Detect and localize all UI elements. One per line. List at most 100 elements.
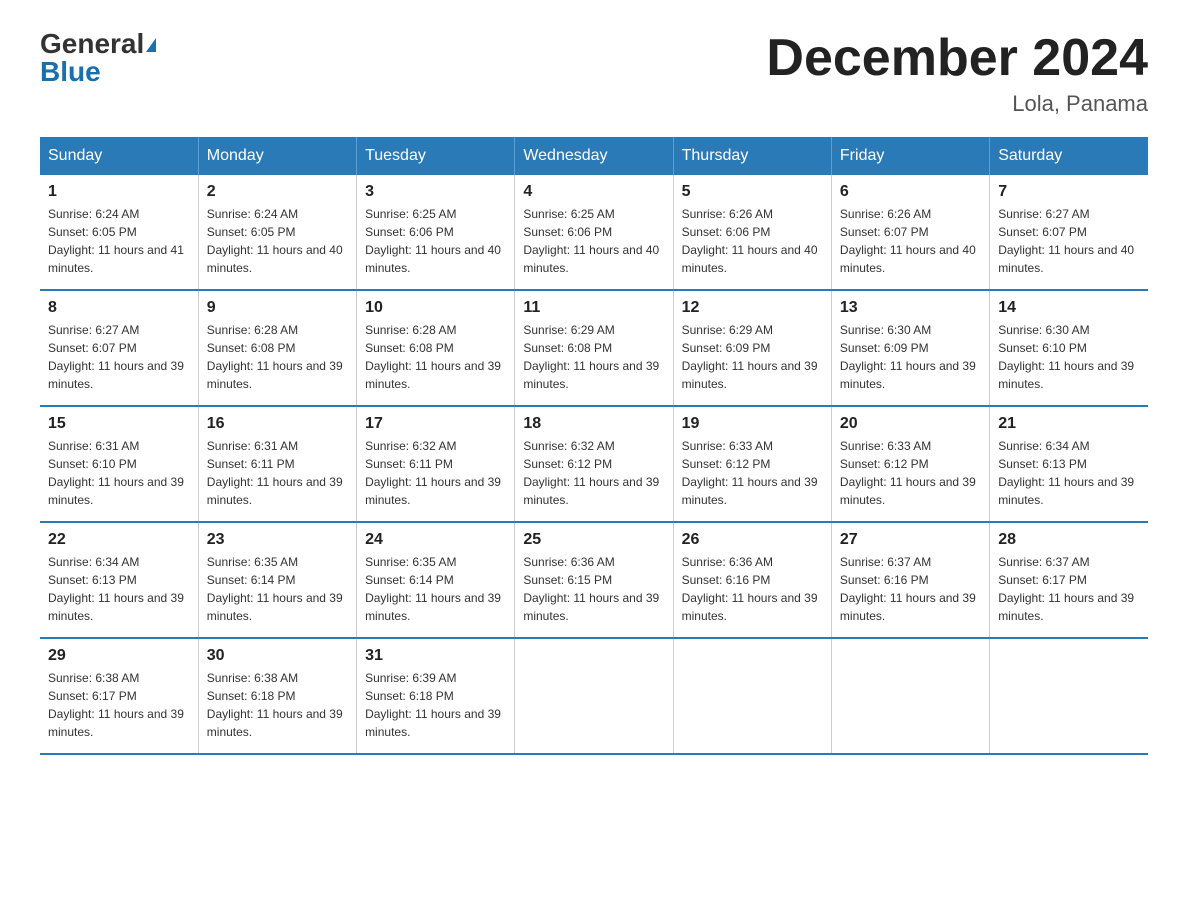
day-info: Sunrise: 6:32 AMSunset: 6:12 PMDaylight:… [523, 437, 664, 509]
calendar-cell: 1Sunrise: 6:24 AMSunset: 6:05 PMDaylight… [40, 175, 198, 290]
calendar-cell [990, 638, 1148, 754]
header-wednesday: Wednesday [515, 137, 673, 175]
location: Lola, Panama [766, 91, 1148, 117]
day-number: 17 [365, 415, 506, 433]
calendar-cell: 17Sunrise: 6:32 AMSunset: 6:11 PMDayligh… [357, 406, 515, 522]
month-title: December 2024 [766, 30, 1148, 87]
day-info: Sunrise: 6:33 AMSunset: 6:12 PMDaylight:… [682, 437, 823, 509]
day-number: 22 [48, 531, 190, 549]
calendar-cell: 2 Sunrise: 6:24 AMSunset: 6:05 PMDaylight… [198, 175, 356, 290]
calendar-table: SundayMondayTuesdayWednesdayThursdayFrid… [40, 137, 1148, 755]
day-info: Sunrise: 6:24 AMSunset: 6:05 PMDaylight:… [207, 205, 348, 277]
day-info: Sunrise: 6:26 AMSunset: 6:07 PMDaylight:… [840, 205, 981, 277]
calendar-cell: 30 Sunrise: 6:38 AMSunset: 6:18 PMDayligh… [198, 638, 356, 754]
calendar-cell: 21 Sunrise: 6:34 AMSunset: 6:13 PMDayligh… [990, 406, 1148, 522]
calendar-cell: 13 Sunrise: 6:30 AMSunset: 6:09 PMDayligh… [831, 290, 989, 406]
calendar-cell: 8 Sunrise: 6:27 AMSunset: 6:07 PMDaylight… [40, 290, 198, 406]
title-area: December 2024 Lola, Panama [766, 30, 1148, 117]
day-number: 20 [840, 415, 981, 433]
day-info: Sunrise: 6:36 AMSunset: 6:16 PMDaylight:… [682, 553, 823, 625]
calendar-cell: 15Sunrise: 6:31 AMSunset: 6:10 PMDayligh… [40, 406, 198, 522]
day-info: Sunrise: 6:25 AMSunset: 6:06 PMDaylight:… [523, 205, 664, 277]
calendar-cell: 14 Sunrise: 6:30 AMSunset: 6:10 PMDayligh… [990, 290, 1148, 406]
week-row-4: 22 Sunrise: 6:34 AMSunset: 6:13 PMDayligh… [40, 522, 1148, 638]
header-friday: Friday [831, 137, 989, 175]
calendar-cell: 12 Sunrise: 6:29 AMSunset: 6:09 PMDayligh… [673, 290, 831, 406]
day-info: Sunrise: 6:30 AMSunset: 6:09 PMDaylight:… [840, 321, 981, 393]
day-info: Sunrise: 6:28 AMSunset: 6:08 PMDaylight:… [365, 321, 506, 393]
day-info: Sunrise: 6:31 AMSunset: 6:11 PMDaylight:… [207, 437, 348, 509]
day-info: Sunrise: 6:28 AMSunset: 6:08 PMDaylight:… [207, 321, 348, 393]
calendar-cell: 10 Sunrise: 6:28 AMSunset: 6:08 PMDayligh… [357, 290, 515, 406]
day-number: 4 [523, 183, 664, 201]
calendar-cell: 27Sunrise: 6:37 AMSunset: 6:16 PMDayligh… [831, 522, 989, 638]
week-row-1: 1 Sunrise: 6:24 AMSunset: 6:05 PMDaylight… [40, 175, 1148, 290]
day-number: 10 [365, 299, 506, 317]
day-number: 5 [682, 183, 823, 201]
day-info: Sunrise: 6:25 AMSunset: 6:06 PMDaylight:… [365, 205, 506, 277]
day-number: 19 [682, 415, 823, 433]
day-number: 11 [523, 299, 664, 317]
header-saturday: Saturday [990, 137, 1148, 175]
day-info: Sunrise: 6:39 AMSunset: 6:18 PMDaylight:… [365, 669, 506, 741]
day-number: 13 [840, 299, 981, 317]
calendar-cell: 23 Sunrise: 6:35 AMSunset: 6:14 PMDayligh… [198, 522, 356, 638]
day-number: 6 [840, 183, 981, 201]
day-info: Sunrise: 6:34 AMSunset: 6:13 PMDaylight:… [998, 437, 1140, 509]
day-number: 16 [207, 415, 348, 433]
day-number: 31 [365, 647, 506, 665]
logo-triangle-icon [146, 38, 156, 52]
day-number: 9 [207, 299, 348, 317]
day-number: 25 [523, 531, 664, 549]
day-number: 1 [48, 183, 190, 201]
calendar-cell: 24Sunrise: 6:35 AMSunset: 6:14 PMDayligh… [357, 522, 515, 638]
page-header: General Blue December 2024 Lola, Panama [40, 30, 1148, 117]
day-number: 26 [682, 531, 823, 549]
day-info: Sunrise: 6:29 AMSunset: 6:08 PMDaylight:… [523, 321, 664, 393]
day-info: Sunrise: 6:29 AMSunset: 6:09 PMDaylight:… [682, 321, 823, 393]
day-number: 28 [998, 531, 1140, 549]
logo-text: General [40, 30, 156, 58]
day-info: Sunrise: 6:36 AMSunset: 6:15 PMDaylight:… [523, 553, 664, 625]
calendar-cell: 25 Sunrise: 6:36 AMSunset: 6:15 PMDayligh… [515, 522, 673, 638]
logo-blue: Blue [40, 58, 101, 86]
day-number: 12 [682, 299, 823, 317]
day-number: 8 [48, 299, 190, 317]
calendar-cell: 16 Sunrise: 6:31 AMSunset: 6:11 PMDayligh… [198, 406, 356, 522]
day-number: 21 [998, 415, 1140, 433]
calendar-cell: 19 Sunrise: 6:33 AMSunset: 6:12 PMDayligh… [673, 406, 831, 522]
day-info: Sunrise: 6:27 AMSunset: 6:07 PMDaylight:… [48, 321, 190, 393]
day-info: Sunrise: 6:33 AMSunset: 6:12 PMDaylight:… [840, 437, 981, 509]
logo: General Blue [40, 30, 156, 86]
day-info: Sunrise: 6:38 AMSunset: 6:18 PMDaylight:… [207, 669, 348, 741]
day-info: Sunrise: 6:37 AMSunset: 6:17 PMDaylight:… [998, 553, 1140, 625]
calendar-cell [831, 638, 989, 754]
day-info: Sunrise: 6:27 AMSunset: 6:07 PMDaylight:… [998, 205, 1140, 277]
logo-general: General [40, 28, 144, 59]
day-info: Sunrise: 6:30 AMSunset: 6:10 PMDaylight:… [998, 321, 1140, 393]
day-info: Sunrise: 6:35 AMSunset: 6:14 PMDaylight:… [207, 553, 348, 625]
day-number: 30 [207, 647, 348, 665]
day-number: 15 [48, 415, 190, 433]
day-number: 3 [365, 183, 506, 201]
week-row-3: 15Sunrise: 6:31 AMSunset: 6:10 PMDayligh… [40, 406, 1148, 522]
header-monday: Monday [198, 137, 356, 175]
day-number: 2 [207, 183, 348, 201]
calendar-cell: 7Sunrise: 6:27 AMSunset: 6:07 PMDaylight… [990, 175, 1148, 290]
calendar-cell: 9 Sunrise: 6:28 AMSunset: 6:08 PMDaylight… [198, 290, 356, 406]
day-number: 23 [207, 531, 348, 549]
calendar-cell: 20 Sunrise: 6:33 AMSunset: 6:12 PMDayligh… [831, 406, 989, 522]
header-sunday: Sunday [40, 137, 198, 175]
calendar-cell: 31 Sunrise: 6:39 AMSunset: 6:18 PMDayligh… [357, 638, 515, 754]
day-number: 24 [365, 531, 506, 549]
day-number: 14 [998, 299, 1140, 317]
calendar-cell: 3 Sunrise: 6:25 AMSunset: 6:06 PMDaylight… [357, 175, 515, 290]
calendar-cell: 4 Sunrise: 6:25 AMSunset: 6:06 PMDaylight… [515, 175, 673, 290]
calendar-cell: 5Sunrise: 6:26 AMSunset: 6:06 PMDaylight… [673, 175, 831, 290]
calendar-cell: 29Sunrise: 6:38 AMSunset: 6:17 PMDayligh… [40, 638, 198, 754]
day-info: Sunrise: 6:38 AMSunset: 6:17 PMDaylight:… [48, 669, 190, 741]
header-thursday: Thursday [673, 137, 831, 175]
calendar-cell: 26 Sunrise: 6:36 AMSunset: 6:16 PMDayligh… [673, 522, 831, 638]
week-row-5: 29Sunrise: 6:38 AMSunset: 6:17 PMDayligh… [40, 638, 1148, 754]
day-info: Sunrise: 6:34 AMSunset: 6:13 PMDaylight:… [48, 553, 190, 625]
